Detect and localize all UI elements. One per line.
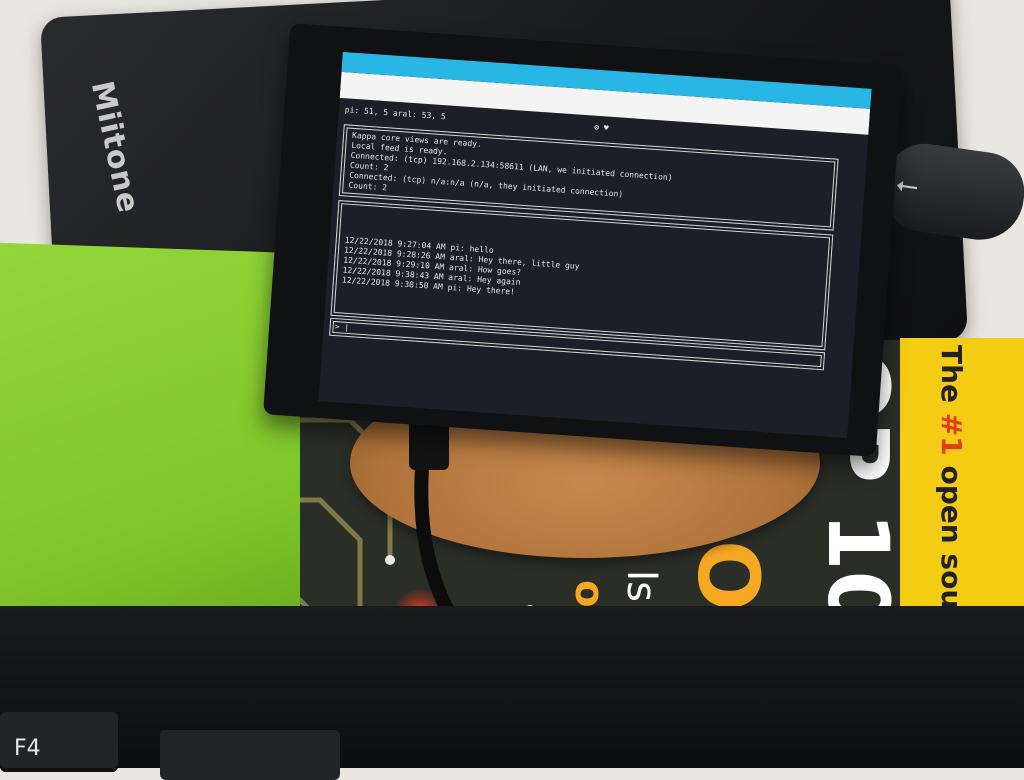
status-line: pi: 51, 5 aral: 53, 5: [344, 105, 447, 122]
chat-messages: 12/22/2018 9:27:04 AM pi: hello 12/22/20…: [342, 236, 581, 302]
key-f4-label: F4: [14, 736, 41, 761]
info-lines: Kappa core views are ready. Local feed i…: [348, 131, 674, 213]
green-sticky-pad: [0, 242, 300, 632]
tagline-prefix: The: [935, 345, 968, 413]
tagline-highlight: #1: [935, 412, 968, 456]
terminal-screen[interactable]: pi@raspberrypi: ~/kappa-chat ✕ pi: 51, 5…: [318, 51, 872, 439]
status-icons: ⚙ ♥: [593, 122, 609, 133]
close-icon[interactable]: ✕: [742, 83, 749, 92]
key-f5[interactable]: [160, 730, 340, 780]
usb-icon: ⭠: [893, 166, 921, 203]
input-prompt[interactable]: > |: [334, 322, 349, 333]
keyboard: [0, 606, 1024, 768]
